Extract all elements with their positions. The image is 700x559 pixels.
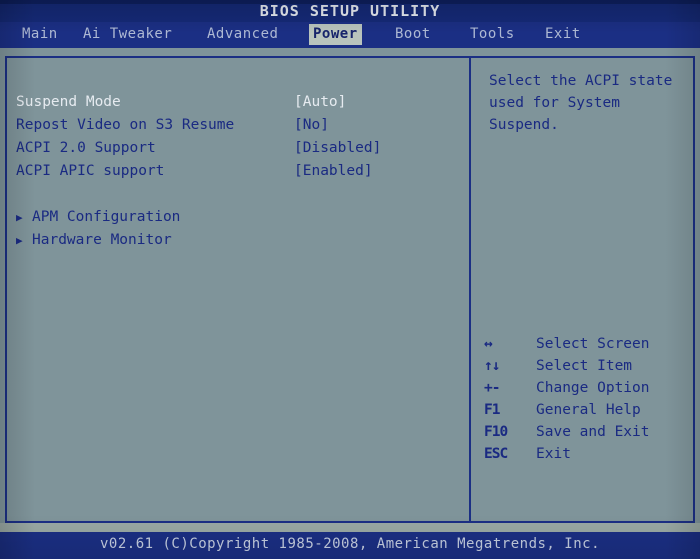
- setting-row[interactable]: Suspend Mode [Auto]: [16, 91, 456, 114]
- help-text: Select the ACPI state used for System Su…: [489, 73, 673, 133]
- settings-panel: Suspend Mode [Auto] Repost Video on S3 Res…: [7, 58, 471, 521]
- legend-row-save-and-exit: F10 Save and Exit: [484, 421, 694, 443]
- legend-row-exit: ESC Exit: [484, 443, 694, 465]
- legend-description: General Help: [536, 402, 641, 418]
- menu-tab-main[interactable]: Main: [18, 24, 62, 45]
- submenu-item[interactable]: ▶ APM Configuration: [16, 206, 456, 229]
- submenu-item[interactable]: ▶ Hardware Monitor: [16, 229, 456, 252]
- footer-bar: v02.61 (C)Copyright 1985-2008, American …: [0, 532, 700, 559]
- legend-row-change-option: +- Change Option: [484, 377, 694, 399]
- menu-tab-tools[interactable]: Tools: [466, 24, 519, 45]
- legend-row-general-help: F1 General Help: [484, 399, 694, 421]
- triangle-right-icon: ▶: [16, 211, 23, 224]
- submenu-label: APM Configuration: [32, 209, 181, 225]
- content-panel: Suspend Mode [Auto] Repost Video on S3 Res…: [5, 56, 695, 523]
- legend-key-icon: F10: [484, 424, 508, 440]
- title-bar: BIOS SETUP UTILITY: [0, 0, 700, 22]
- help-panel: Select the ACPI state used for System Su…: [473, 58, 693, 521]
- key-legend: ↔ Select Screen ↑↓ Select Item +- Change Opti…: [484, 333, 694, 465]
- setting-row[interactable]: ACPI APIC support [Enabled]: [16, 160, 456, 183]
- legend-description: Select Item: [536, 358, 633, 374]
- legend-description: Save and Exit: [536, 424, 650, 440]
- setting-row[interactable]: ACPI 2.0 Support [Disabled]: [16, 137, 456, 160]
- legend-row-select-screen: ↔ Select Screen: [484, 333, 694, 355]
- menu-tab-exit[interactable]: Exit: [541, 24, 585, 45]
- menu-tab-ai-tweaker[interactable]: Ai Tweaker: [79, 24, 176, 45]
- setting-row[interactable]: Repost Video on S3 Resume [No]: [16, 114, 456, 137]
- menu-tab-power[interactable]: Power: [309, 24, 362, 45]
- menu-tab-advanced[interactable]: Advanced: [203, 24, 282, 45]
- page-title: BIOS SETUP UTILITY: [259, 2, 441, 20]
- setting-value[interactable]: [No]: [294, 114, 329, 137]
- legend-description: Change Option: [536, 380, 650, 396]
- legend-row-select-item: ↑↓ Select Item: [484, 355, 694, 377]
- submenu-label: Hardware Monitor: [32, 232, 172, 248]
- setting-label: Suspend Mode: [16, 94, 121, 110]
- triangle-right-icon: ▶: [16, 234, 23, 247]
- footer-separator: [0, 523, 700, 532]
- submenu-list: ▶ APM Configuration ▶ Hardware Monitor: [16, 206, 456, 252]
- legend-key-icon: ↑↓: [484, 358, 500, 374]
- legend-key-icon: ESC: [484, 446, 508, 462]
- setting-label: ACPI 2.0 Support: [16, 140, 156, 156]
- setting-label: ACPI APIC support: [16, 163, 165, 179]
- legend-key-icon: ↔: [484, 336, 493, 352]
- setting-label: Repost Video on S3 Resume: [16, 117, 235, 133]
- legend-description: Select Screen: [536, 336, 650, 352]
- legend-description: Exit: [536, 446, 571, 462]
- copyright-text: v02.61 (C)Copyright 1985-2008, American …: [99, 536, 600, 552]
- settings-list: Suspend Mode [Auto] Repost Video on S3 Res…: [16, 91, 456, 183]
- setting-value[interactable]: [Enabled]: [294, 160, 373, 183]
- legend-key-icon: F1: [484, 402, 500, 418]
- legend-key-icon: +-: [484, 380, 500, 396]
- menu-tab-boot[interactable]: Boot: [391, 24, 435, 45]
- bios-screen: BIOS SETUP UTILITY Main Ai Tweaker Advance…: [0, 0, 700, 559]
- setting-value[interactable]: [Auto]: [294, 91, 346, 114]
- setting-value[interactable]: [Disabled]: [294, 137, 381, 160]
- menu-bar: Main Ai Tweaker Advanced Power Boot Tools Exit: [0, 22, 700, 48]
